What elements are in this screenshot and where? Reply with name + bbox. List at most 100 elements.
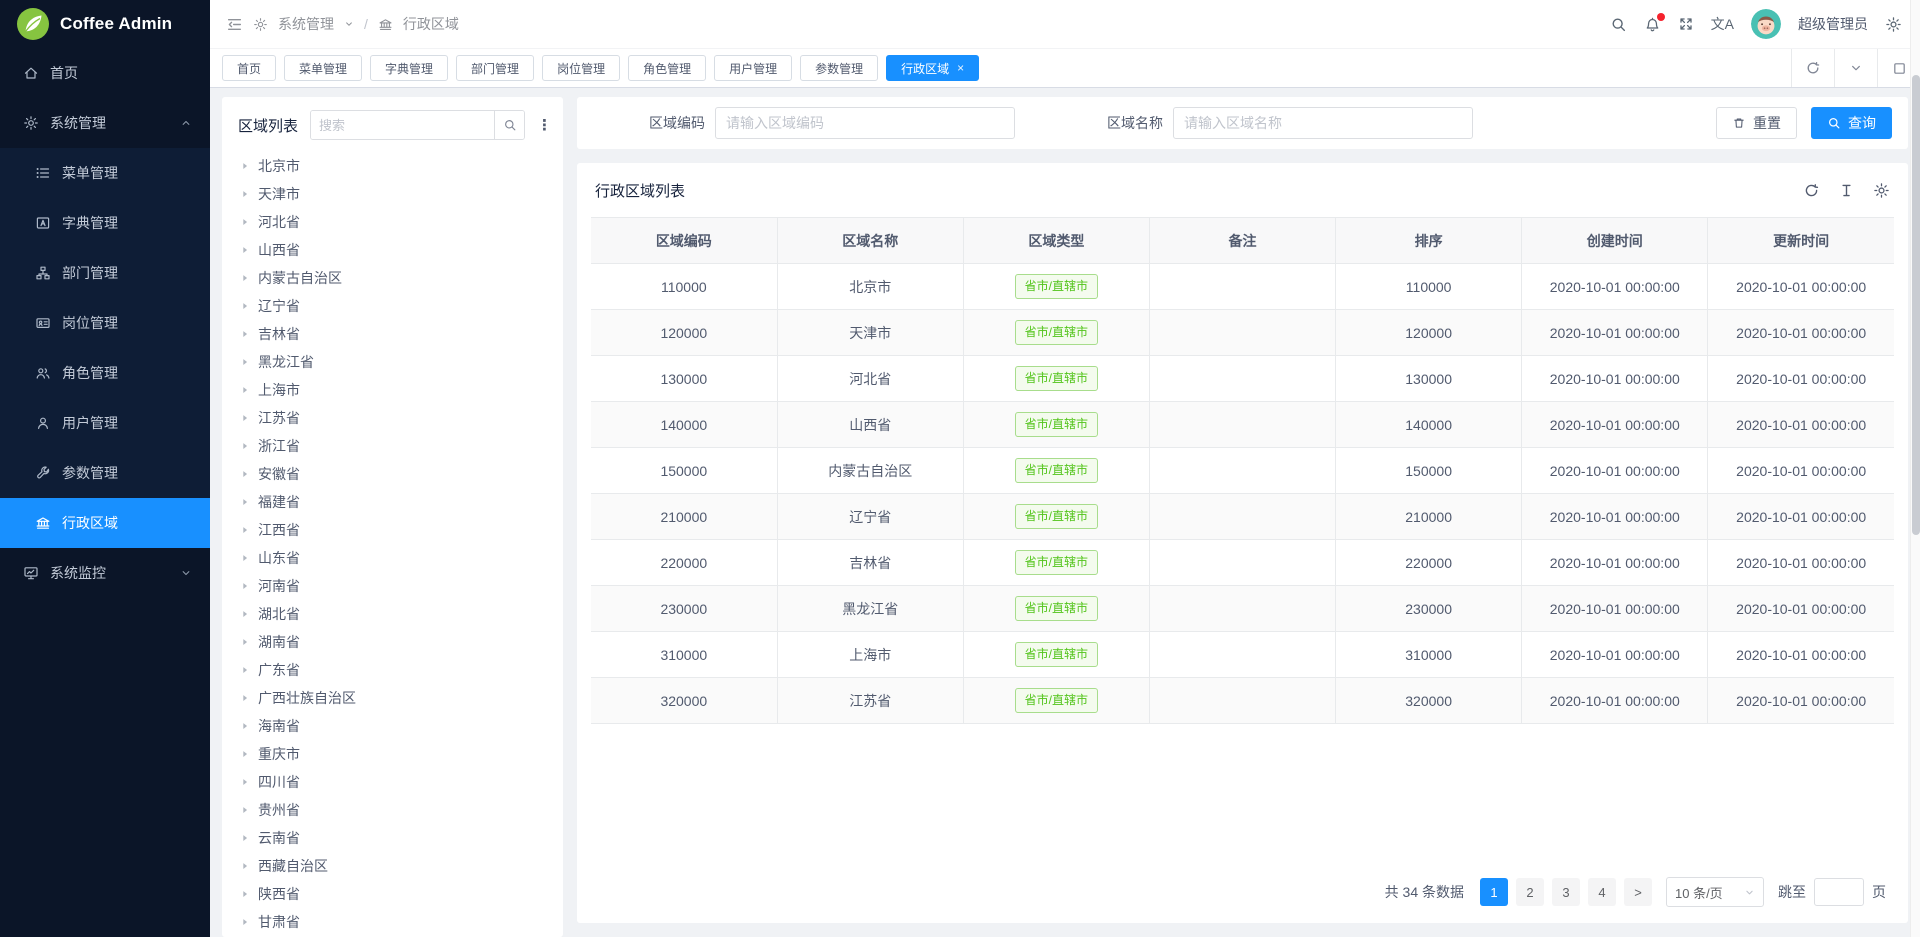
tree-item[interactable]: 湖南省	[238, 628, 547, 656]
caret-right-icon[interactable]	[240, 917, 250, 927]
tab-close-icon[interactable]: ×	[957, 62, 964, 74]
tab-行政区域[interactable]: 行政区域×	[886, 55, 979, 81]
tree-search-input[interactable]	[311, 111, 494, 139]
caret-right-icon[interactable]	[240, 301, 250, 311]
page-size-select[interactable]: 10 条/页	[1666, 877, 1764, 907]
table-row[interactable]: 230000黑龙江省省市/直辖市2300002020-10-01 00:00:0…	[591, 586, 1894, 632]
tree-item[interactable]: 黑龙江省	[238, 348, 547, 376]
table-row[interactable]: 210000辽宁省省市/直辖市2100002020-10-01 00:00:00…	[591, 494, 1894, 540]
caret-right-icon[interactable]	[240, 217, 250, 227]
caret-right-icon[interactable]	[240, 861, 250, 871]
tab-角色管理[interactable]: 角色管理	[628, 55, 706, 81]
refresh-icon[interactable]	[1791, 49, 1834, 87]
caret-right-icon[interactable]	[240, 581, 250, 591]
tree-item[interactable]: 江西省	[238, 516, 547, 544]
page-button-1[interactable]: 1	[1480, 878, 1508, 906]
collapse-sidebar-icon[interactable]	[226, 16, 243, 33]
text-height-icon[interactable]	[1838, 182, 1855, 199]
breadcrumb-current[interactable]: 行政区域	[403, 14, 459, 34]
caret-right-icon[interactable]	[240, 833, 250, 843]
tree-item[interactable]: 河北省	[238, 208, 547, 236]
tree-item[interactable]: 湖北省	[238, 600, 547, 628]
tree-item[interactable]: 北京市	[238, 152, 547, 180]
caret-right-icon[interactable]	[240, 329, 250, 339]
sidebar-item-wrench[interactable]: 参数管理	[0, 448, 210, 498]
caret-right-icon[interactable]	[240, 749, 250, 759]
page-button-4[interactable]: 4	[1588, 878, 1616, 906]
column-settings-gear-icon[interactable]	[1873, 182, 1890, 199]
tree-item[interactable]: 西藏自治区	[238, 852, 547, 880]
breadcrumb-parent[interactable]: 系统管理	[278, 14, 334, 34]
scrollbar-thumb[interactable]	[1912, 75, 1920, 535]
current-user-name[interactable]: 超级管理员	[1798, 14, 1868, 34]
sidebar-item-post-card[interactable]: 岗位管理	[0, 298, 210, 348]
avatar[interactable]	[1751, 9, 1781, 39]
caret-right-icon[interactable]	[240, 721, 250, 731]
sidebar-item-system[interactable]: 系统管理	[0, 98, 210, 148]
table-row[interactable]: 310000上海市省市/直辖市3100002020-10-01 00:00:00…	[591, 632, 1894, 678]
tree-item[interactable]: 江苏省	[238, 404, 547, 432]
region-code-input[interactable]	[715, 107, 1015, 139]
caret-right-icon[interactable]	[240, 889, 250, 899]
notification-bell-icon[interactable]	[1644, 16, 1661, 33]
caret-right-icon[interactable]	[240, 553, 250, 563]
caret-right-icon[interactable]	[240, 245, 250, 255]
tree-item[interactable]: 四川省	[238, 768, 547, 796]
tab-参数管理[interactable]: 参数管理	[800, 55, 878, 81]
tree-item[interactable]: 河南省	[238, 572, 547, 600]
page-button-2[interactable]: 2	[1516, 878, 1544, 906]
tab-菜单管理[interactable]: 菜单管理	[284, 55, 362, 81]
caret-right-icon[interactable]	[240, 161, 250, 171]
tree-item[interactable]: 天津市	[238, 180, 547, 208]
table-row[interactable]: 110000北京市省市/直辖市1100002020-10-01 00:00:00…	[591, 264, 1894, 310]
caret-right-icon[interactable]	[240, 693, 250, 703]
chevron-down-icon[interactable]	[1834, 49, 1877, 87]
caret-right-icon[interactable]	[240, 413, 250, 423]
table-row[interactable]: 150000内蒙古自治区省市/直辖市1500002020-10-01 00:00…	[591, 448, 1894, 494]
sidebar-item-home[interactable]: 首页	[0, 48, 210, 98]
tree-item[interactable]: 安徽省	[238, 460, 547, 488]
caret-right-icon[interactable]	[240, 525, 250, 535]
tree-item[interactable]: 重庆市	[238, 740, 547, 768]
caret-right-icon[interactable]	[240, 273, 250, 283]
caret-right-icon[interactable]	[240, 777, 250, 787]
reset-button[interactable]: 重置	[1716, 107, 1797, 139]
settings-gear-icon[interactable]	[1885, 16, 1902, 33]
tree-item[interactable]: 福建省	[238, 488, 547, 516]
search-icon[interactable]	[1610, 16, 1627, 33]
sidebar-item-user[interactable]: 用户管理	[0, 398, 210, 448]
caret-right-icon[interactable]	[240, 637, 250, 647]
next-page-button[interactable]: >	[1624, 878, 1652, 906]
tree-item[interactable]: 陕西省	[238, 880, 547, 908]
tree-item[interactable]: 甘肃省	[238, 908, 547, 936]
tree-item[interactable]: 上海市	[238, 376, 547, 404]
tree-item[interactable]: 云南省	[238, 824, 547, 852]
search-button[interactable]: 查询	[1811, 107, 1892, 139]
region-name-input[interactable]	[1173, 107, 1473, 139]
caret-right-icon[interactable]	[240, 665, 250, 675]
sidebar-item-roles[interactable]: 角色管理	[0, 348, 210, 398]
tab-字典管理[interactable]: 字典管理	[370, 55, 448, 81]
sidebar-item-menu-list[interactable]: 菜单管理	[0, 148, 210, 198]
caret-right-icon[interactable]	[240, 497, 250, 507]
caret-right-icon[interactable]	[240, 469, 250, 479]
sidebar-item-department[interactable]: 部门管理	[0, 248, 210, 298]
tree-search-icon[interactable]	[494, 111, 524, 139]
refresh-icon[interactable]	[1803, 182, 1820, 199]
tree-item[interactable]: 广东省	[238, 656, 547, 684]
kebab-menu-icon[interactable]: ⋮	[537, 116, 547, 134]
caret-right-icon[interactable]	[240, 609, 250, 619]
table-row[interactable]: 130000河北省省市/直辖市1300002020-10-01 00:00:00…	[591, 356, 1894, 402]
table-row[interactable]: 120000天津市省市/直辖市1200002020-10-01 00:00:00…	[591, 310, 1894, 356]
tree-item[interactable]: 贵州省	[238, 796, 547, 824]
fullscreen-icon[interactable]	[1678, 16, 1694, 32]
table-row[interactable]: 140000山西省省市/直辖市1400002020-10-01 00:00:00…	[591, 402, 1894, 448]
caret-right-icon[interactable]	[240, 357, 250, 367]
table-row[interactable]: 320000江苏省省市/直辖市3200002020-10-01 00:00:00…	[591, 678, 1894, 724]
table-row[interactable]: 220000吉林省省市/直辖市2200002020-10-01 00:00:00…	[591, 540, 1894, 586]
tree-item[interactable]: 吉林省	[238, 320, 547, 348]
caret-right-icon[interactable]	[240, 385, 250, 395]
translate-icon[interactable]: 文A	[1711, 14, 1734, 34]
tree-item[interactable]: 浙江省	[238, 432, 547, 460]
sidebar-item-dictionary[interactable]: 字典管理	[0, 198, 210, 248]
